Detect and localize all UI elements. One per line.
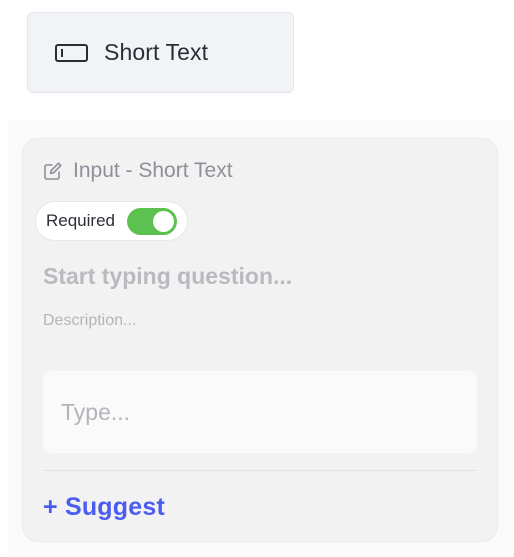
short-text-palette-item[interactable]: Short Text <box>27 12 294 93</box>
required-label: Required <box>46 211 115 230</box>
required-toggle-pill[interactable]: Required <box>35 201 188 241</box>
text-field-icon <box>55 43 88 62</box>
required-toggle[interactable] <box>127 207 177 235</box>
divider <box>43 470 477 471</box>
suggest-button[interactable]: + Suggest <box>43 493 165 522</box>
toggle-knob <box>153 210 174 232</box>
answer-input[interactable] <box>61 398 461 426</box>
card-type-title: Input - Short Text <box>73 159 233 182</box>
question-card: Input - Short Text Required + Suggest <box>22 138 498 542</box>
card-header: Input - Short Text <box>43 159 233 183</box>
answer-field-container <box>43 371 477 453</box>
question-input[interactable] <box>43 257 473 295</box>
palette-item-label: Short Text <box>104 39 209 65</box>
description-input[interactable] <box>43 308 473 334</box>
edit-icon <box>43 161 63 181</box>
